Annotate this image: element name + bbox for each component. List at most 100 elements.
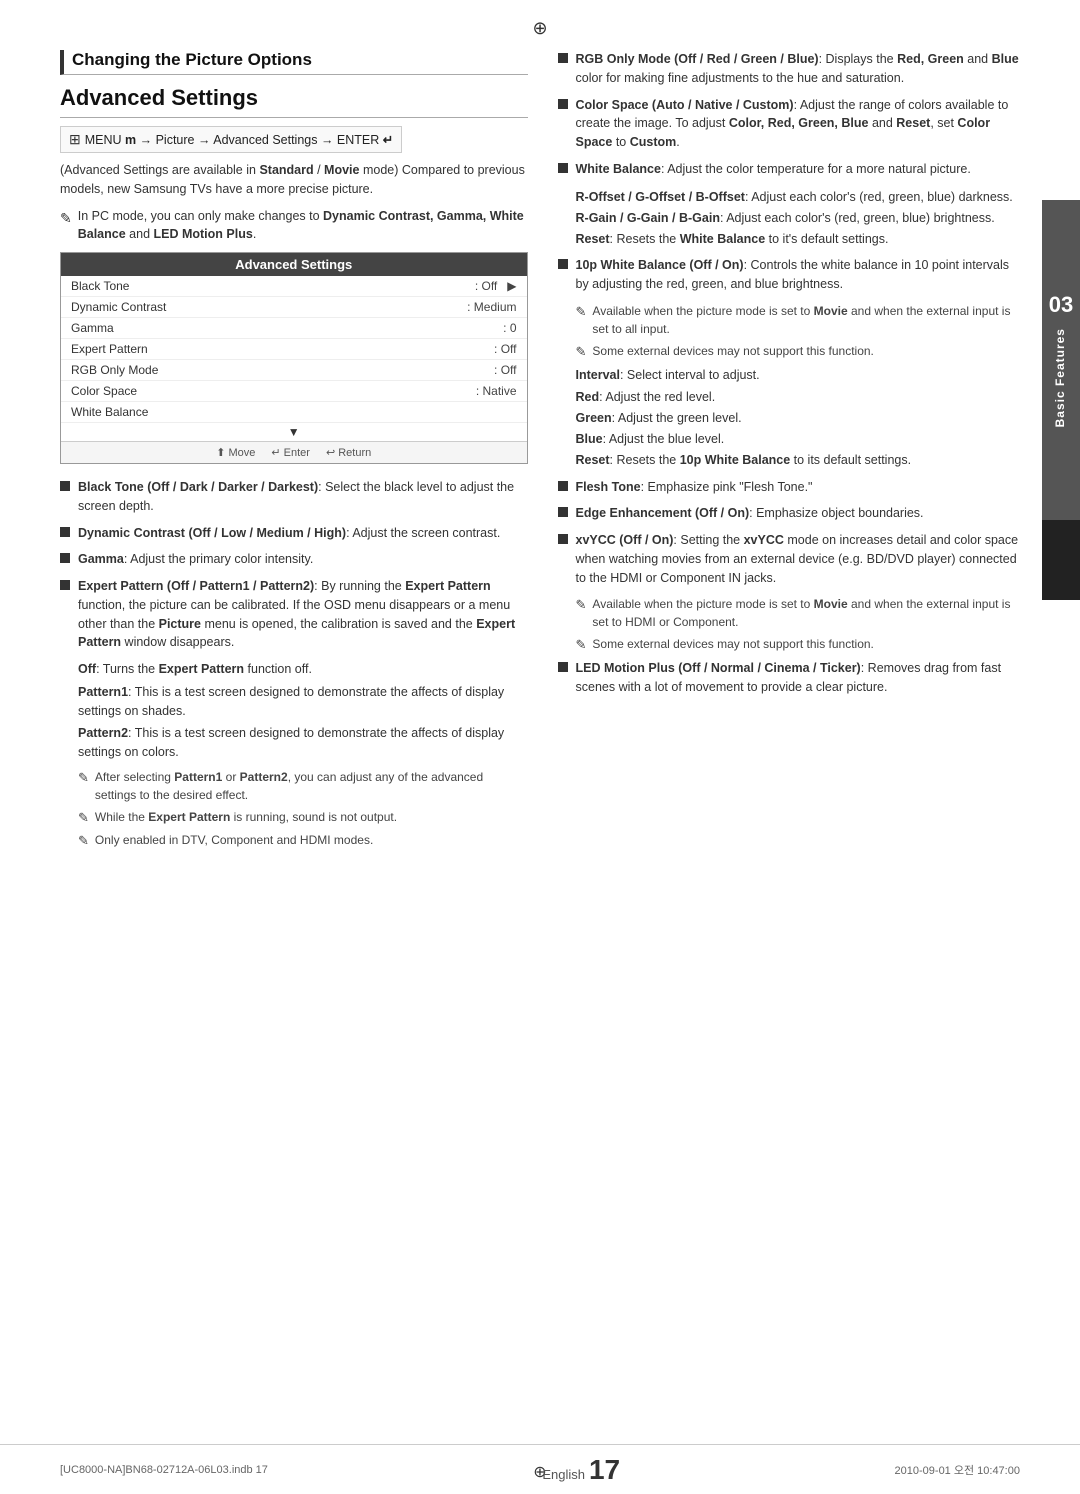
footer: [UC8000-NA]BN68-02712A-06L03.indb 17 Eng… [0, 1444, 1080, 1494]
xvycc-note-2: ✎ Some external devices may not support … [576, 635, 1026, 655]
footer-move: ⬆ Move [216, 446, 255, 459]
bullet-text: Black Tone (Off / Dark / Darker / Darkes… [78, 478, 528, 516]
bullet-gamma: Gamma: Adjust the primary color intensit… [60, 550, 528, 569]
wb-detail-1: R-Offset / G-Offset / B-Offset: Adjust e… [576, 187, 1026, 208]
bullet-icon [60, 580, 70, 590]
menu-nav: ⊞ MENU m → Picture → Advanced Settings →… [60, 126, 402, 153]
expert-off-text: Off: Turns the Expert Pattern function o… [78, 660, 528, 679]
row-value: : Off [352, 360, 527, 381]
footer-page-label: English [542, 1467, 585, 1482]
chapter-title: Basic Features [1053, 328, 1069, 427]
bullet-icon [558, 534, 568, 544]
row-value: : Off ▶ [352, 276, 527, 297]
footer-page: English 17 [542, 1456, 620, 1484]
bullet-color-space: Color Space (Auto / Native / Custom): Ad… [558, 96, 1026, 152]
pencil-icon: ✎ [576, 595, 587, 631]
expert-note-1: ✎ After selecting Pattern1 or Pattern2, … [78, 768, 528, 804]
row-value: : 0 [352, 318, 527, 339]
table-row: Gamma : 0 [61, 318, 527, 339]
bullet-text: LED Motion Plus (Off / Normal / Cinema /… [576, 659, 1026, 697]
10p-note-1: ✎ Available when the picture mode is set… [576, 302, 1026, 338]
bullet-expert-pattern: Expert Pattern (Off / Pattern1 / Pattern… [60, 577, 528, 652]
table-row: Black Tone : Off ▶ [61, 276, 527, 297]
bullet-text: Dynamic Contrast (Off / Low / Medium / H… [78, 524, 500, 543]
table-footer: ⬆ Move ↵ Enter ↩ Return [61, 441, 527, 463]
row-label: Gamma [61, 318, 352, 339]
subsection-title: Advanced Settings [60, 85, 528, 118]
bullet-icon [558, 163, 568, 173]
row-label: Black Tone [61, 276, 352, 297]
bullet-icon [558, 662, 568, 672]
bullet-icon [558, 259, 568, 269]
settings-rows: Black Tone : Off ▶ Dynamic Contrast : Me… [61, 276, 527, 441]
footer-page-number: 17 [589, 1456, 620, 1484]
bullet-icon [558, 53, 568, 63]
xvycc-note-1: ✎ Available when the picture mode is set… [576, 595, 1026, 631]
bullet-xvycc: xvYCC (Off / On): Setting the xvYCC mode… [558, 531, 1026, 587]
expert-note-2: ✎ While the Expert Pattern is running, s… [78, 808, 528, 828]
bullet-icon [558, 481, 568, 491]
10p-reset: Reset: Resets the 10p White Balance to i… [576, 450, 1026, 471]
white-balance-details: R-Offset / G-Offset / B-Offset: Adjust e… [576, 187, 1026, 251]
right-column: RGB Only Mode (Off / Red / Green / Blue)… [558, 50, 1026, 1434]
expert-note-3: ✎ Only enabled in DTV, Component and HDM… [78, 831, 528, 851]
wb-detail-2: R-Gain / G-Gain / B-Gain: Adjust each co… [576, 208, 1026, 229]
10p-note-1-text: Available when the picture mode is set t… [592, 302, 1025, 338]
bullet-text: 10p White Balance (Off / On): Controls t… [576, 256, 1026, 294]
row-label: RGB Only Mode [61, 360, 352, 381]
10p-interval: Interval: Select interval to adjust. [576, 365, 1026, 386]
footer-right-text: 2010-09-01 오전 10:47:00 [895, 1462, 1020, 1478]
down-arrow-icon: ▼ [61, 423, 527, 442]
bullet-text: RGB Only Mode (Off / Red / Green / Blue)… [576, 50, 1026, 88]
bullet-text: Gamma: Adjust the primary color intensit… [78, 550, 313, 569]
pencil-icon: ✎ [60, 208, 72, 245]
bullet-led-motion: LED Motion Plus (Off / Normal / Cinema /… [558, 659, 1026, 697]
row-label: Dynamic Contrast [61, 297, 352, 318]
bullet-icon [60, 481, 70, 491]
xvycc-note-1-text: Available when the picture mode is set t… [592, 595, 1025, 631]
xvycc-note-2-text: Some external devices may not support th… [592, 635, 873, 655]
10p-green: Green: Adjust the green level. [576, 408, 1026, 429]
row-value: : Medium [352, 297, 527, 318]
menu-nav-text: MENU m → Picture → Advanced Settings → E… [85, 132, 394, 147]
top-compass-icon: ⊕ [532, 18, 547, 39]
section-heading: Changing the Picture Options [72, 50, 528, 70]
bullet-text: Color Space (Auto / Native / Custom): Ad… [576, 96, 1026, 152]
table-row: Dynamic Contrast : Medium [61, 297, 527, 318]
bullet-icon [558, 99, 568, 109]
section-heading-bar: Changing the Picture Options [60, 50, 528, 75]
bullet-icon [60, 527, 70, 537]
10p-blue: Blue: Adjust the blue level. [576, 429, 1026, 450]
table-title: Advanced Settings [61, 253, 527, 276]
bullet-text: xvYCC (Off / On): Setting the xvYCC mode… [576, 531, 1026, 587]
pencil-icon: ✎ [78, 768, 89, 804]
main-content: Changing the Picture Options Advanced Se… [60, 50, 1025, 1434]
expert-note-3-text: Only enabled in DTV, Component and HDMI … [95, 831, 373, 851]
bullet-icon [558, 507, 568, 517]
table-row: White Balance [61, 402, 527, 423]
expert-note-2-text: While the Expert Pattern is running, sou… [95, 808, 397, 828]
bullet-dynamic-contrast: Dynamic Contrast (Off / Low / Medium / H… [60, 524, 528, 543]
pc-mode-note: ✎ In PC mode, you can only make changes … [60, 207, 528, 245]
10p-note-2-text: Some external devices may not support th… [592, 342, 873, 362]
footer-return: ↩ Return [326, 446, 371, 459]
pencil-icon: ✎ [78, 808, 89, 828]
wb-detail-3: Reset: Resets the White Balance to it's … [576, 229, 1026, 250]
table-row-down-arrow: ▼ [61, 423, 527, 442]
bullet-white-balance: White Balance: Adjust the color temperat… [558, 160, 1026, 179]
bullet-text: Edge Enhancement (Off / On): Emphasize o… [576, 504, 924, 523]
menu-icon: ⊞ [69, 131, 81, 148]
bullet-edge-enhancement: Edge Enhancement (Off / On): Emphasize o… [558, 504, 1026, 523]
advanced-settings-table: Advanced Settings Black Tone : Off ▶ Dyn… [60, 252, 528, 464]
row-value: : Off [352, 339, 527, 360]
bullet-10p-white-balance: 10p White Balance (Off / On): Controls t… [558, 256, 1026, 294]
10p-details: Interval: Select interval to adjust. Red… [576, 365, 1026, 471]
side-tab-dark [1042, 520, 1080, 600]
side-tab: 03 Basic Features [1042, 200, 1080, 520]
table-row: Expert Pattern : Off [61, 339, 527, 360]
left-column: Changing the Picture Options Advanced Se… [60, 50, 528, 1434]
page: ⊕ 03 Basic Features Changing the Picture… [0, 0, 1080, 1494]
pencil-icon: ✎ [78, 831, 89, 851]
bullet-rgb-only: RGB Only Mode (Off / Red / Green / Blue)… [558, 50, 1026, 88]
pc-mode-note-text: In PC mode, you can only make changes to… [78, 207, 528, 245]
